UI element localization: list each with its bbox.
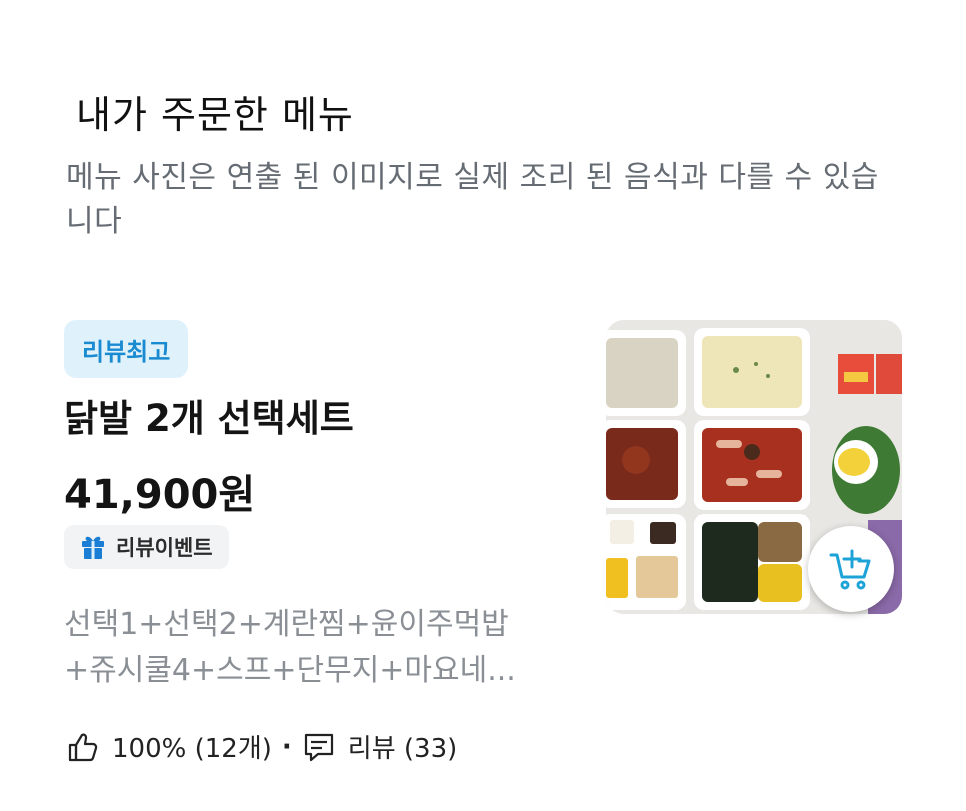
- menu-description: 선택1+선택2+계란찜+윤이주먹밥 +쥬시쿨4+스프+단무지+마요네...: [64, 602, 564, 694]
- speech-bubble-icon: [304, 733, 333, 761]
- best-review-badge: 리뷰최고: [64, 320, 189, 378]
- review-count[interactable]: 리뷰 (33): [348, 728, 457, 765]
- gift-icon: [82, 536, 104, 559]
- menu-description-line1: 선택1+선택2+계란찜+윤이주먹밥: [64, 607, 509, 642]
- menu-card[interactable]: 리뷰최고 닭발 2개 선택세트 41,900원 리뷰이벤트 선택1+선택2+계란…: [0, 300, 966, 800]
- like-rate: 100% (12개): [112, 734, 272, 764]
- thumbs-up-icon: [68, 733, 98, 761]
- page: 내가 주문한 메뉴 메뉴 사진은 연출 된 이미지로 실제 조리 된 음식과 다…: [0, 0, 966, 811]
- section-title: 내가 주문한 메뉴: [76, 93, 354, 137]
- add-to-cart-button[interactable]: [808, 526, 894, 612]
- section-description: 메뉴 사진은 연출 된 이미지로 실제 조리 된 음식과 다를 수 있습니다: [66, 160, 879, 239]
- cart-add-icon: [829, 549, 871, 590]
- menu-stats: 100% (12개) · 리뷰 (33): [66, 728, 457, 765]
- stats-separator: ·: [281, 731, 292, 762]
- menu-description-line2: +쥬시쿨4+스프+단무지+마요네...: [64, 653, 516, 688]
- review-event-badge: 리뷰이벤트: [64, 525, 229, 569]
- menu-price: 41,900원: [64, 472, 256, 518]
- menu-name: 닭발 2개 선택세트: [64, 397, 354, 440]
- review-event-label: 리뷰이벤트: [116, 536, 213, 560]
